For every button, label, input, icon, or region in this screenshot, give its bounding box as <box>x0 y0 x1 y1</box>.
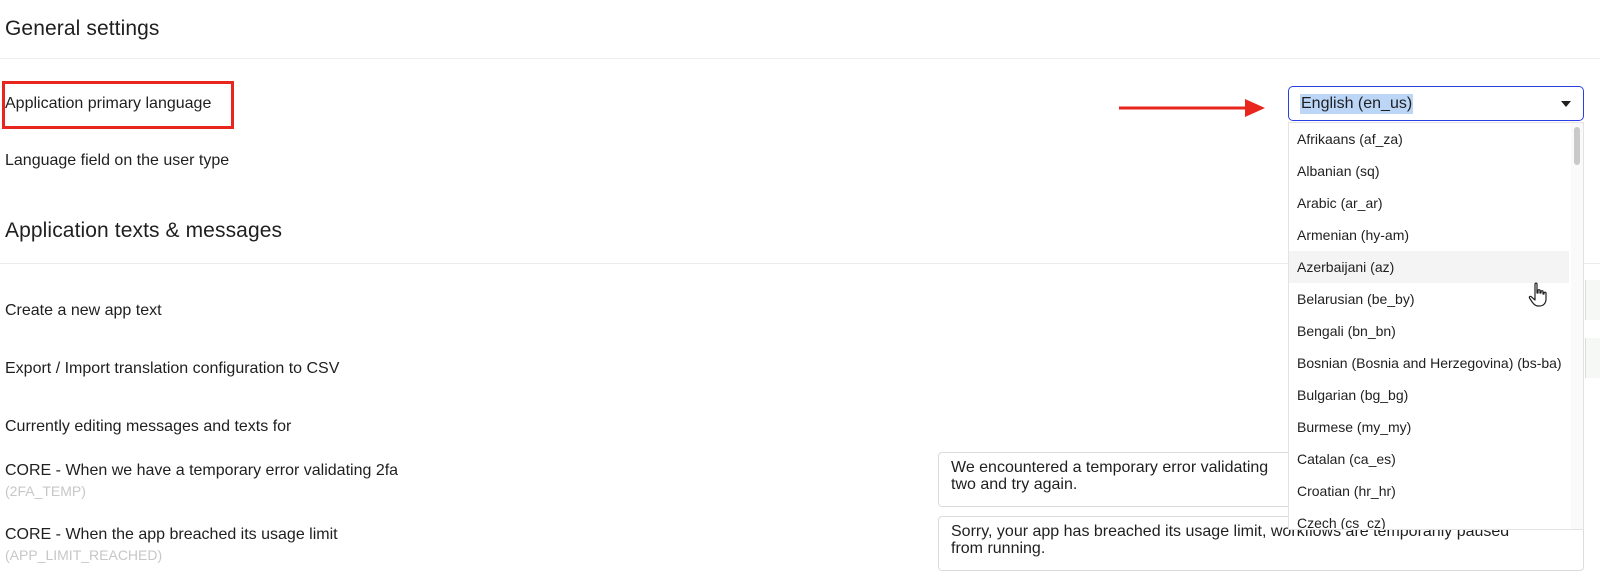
caret-down-icon <box>1561 101 1571 107</box>
message-key-2fa-temp: (2FA_TEMP) <box>5 483 86 499</box>
language-option[interactable]: Catalan (ca_es) <box>1289 443 1569 475</box>
annotation-arrow-icon <box>1119 99 1265 117</box>
message-label-2fa-temp: CORE - When we have a temporary error va… <box>5 462 399 479</box>
create-app-text-button[interactable] <box>1585 280 1600 320</box>
language-option[interactable]: Bengali (bn_bn) <box>1289 315 1569 347</box>
language-dropdown-list[interactable]: Afrikaans (af_za) Albanian (sq) Arabic (… <box>1288 122 1584 530</box>
language-option-hovered[interactable]: Azerbaijani (az) <box>1289 251 1569 283</box>
language-option[interactable]: Bosnian (Bosnia and Herzegovina) (bs-ba) <box>1289 347 1569 379</box>
language-option[interactable]: Arabic (ar_ar) <box>1289 187 1569 219</box>
primary-language-select[interactable]: English (en_us) <box>1288 86 1584 121</box>
language-option[interactable]: Albanian (sq) <box>1289 155 1569 187</box>
dropdown-scrollbar[interactable] <box>1571 123 1583 529</box>
language-option[interactable]: Belarusian (be_by) <box>1289 283 1569 315</box>
annotation-highlight-box <box>2 81 234 129</box>
section-divider <box>0 58 1600 59</box>
create-app-text-label: Create a new app text <box>5 302 162 319</box>
message-label-app-limit: CORE - When the app breached its usage l… <box>5 526 338 543</box>
hand-pointer-icon <box>1528 282 1547 307</box>
general-settings-title: General settings <box>5 17 160 40</box>
language-option[interactable]: Afrikaans (af_za) <box>1289 123 1569 155</box>
message-key-app-limit: (APP_LIMIT_REACHED) <box>5 547 163 563</box>
export-import-button[interactable] <box>1585 338 1600 378</box>
language-option[interactable]: Armenian (hy-am) <box>1289 219 1569 251</box>
language-field-label: Language field on the user type <box>5 152 230 169</box>
language-option[interactable]: Croatian (hr_hr) <box>1289 475 1569 507</box>
selected-language: English (en_us) <box>1300 94 1414 114</box>
language-option[interactable]: Burmese (my_my) <box>1289 411 1569 443</box>
scrollbar-thumb[interactable] <box>1574 127 1580 165</box>
app-texts-title: Application texts & messages <box>5 219 283 242</box>
language-option[interactable]: Czech (cs_cz) <box>1289 507 1569 529</box>
export-import-csv-label: Export / Import translation configuratio… <box>5 360 340 377</box>
language-option[interactable]: Bulgarian (bg_bg) <box>1289 379 1569 411</box>
currently-editing-label: Currently editing messages and texts for <box>5 418 292 435</box>
message-text-line: from running. <box>951 540 1046 557</box>
